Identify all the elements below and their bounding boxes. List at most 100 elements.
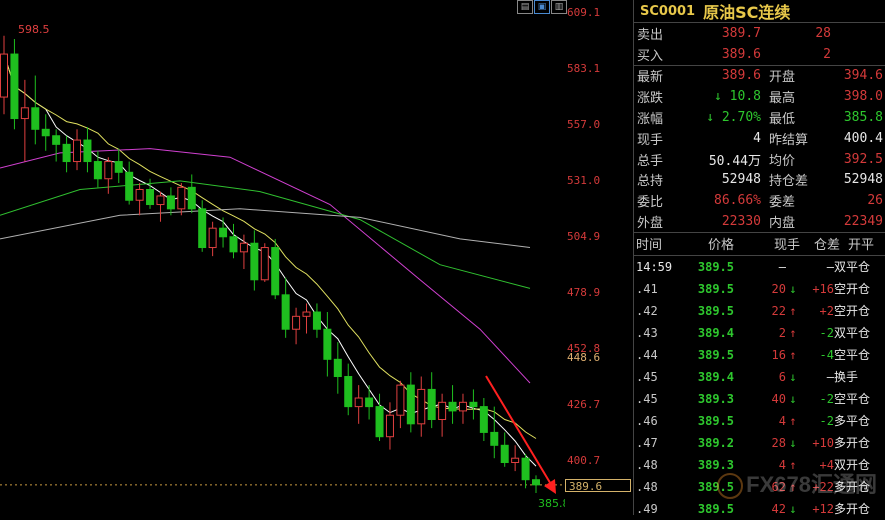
tick-direction-icon: ↓	[789, 369, 797, 384]
candle-body	[385, 414, 394, 438]
candle-body	[146, 188, 155, 206]
tick-row[interactable]: .46 389.5 4 ↑ -2 多平仓	[634, 410, 885, 432]
candle-body	[135, 188, 144, 201]
watermark-logo-icon	[717, 473, 744, 499]
price-tick-label: 400.7	[567, 454, 601, 467]
candle-body	[365, 397, 374, 408]
watermark: FX678汇通网	[717, 467, 877, 499]
candle-body	[396, 384, 405, 416]
tick-row[interactable]: .42 389.5 22 ↑ +2 空开仓	[634, 300, 885, 322]
tick-row[interactable]: .43 389.4 2 ↑ -2 双平仓	[634, 322, 885, 344]
stat-value: 52948	[721, 172, 761, 188]
tick-time: .45	[636, 369, 658, 384]
candle-body	[417, 388, 426, 425]
col-time: 时间	[636, 238, 663, 254]
tick-row[interactable]: .45 389.3 40 ↓ -2 空平仓	[634, 388, 885, 410]
chart-tool-icon[interactable]: ▤	[517, 0, 533, 14]
tick-oi-change: -2	[819, 413, 834, 428]
tick-volume: 6	[778, 369, 786, 384]
ticks-header: 时间 价格 现手 仓差 开平	[634, 233, 885, 256]
quote-stats: 最新 389.6 开盘 394.6 涨跌 ↓ 10.8 最高 398.0 涨幅 ↓ 2.70% 最低…	[634, 66, 885, 233]
candle-body	[521, 457, 530, 481]
orderbook-label: 买入	[637, 48, 664, 64]
candle-body	[458, 401, 467, 412]
tick-row[interactable]: .41 389.5 20 ↓ +16 空开仓	[634, 278, 885, 300]
candle-body	[208, 227, 217, 249]
stat-label: 开盘	[769, 70, 796, 86]
tick-oi-change: -2	[819, 391, 834, 406]
candle-body	[52, 135, 61, 145]
candle-body	[114, 161, 123, 173]
tick-time: .41	[636, 281, 658, 296]
stat-row: 涨幅 ↓ 2.70% 最低 385.8	[634, 107, 885, 128]
tick-row[interactable]: .47 389.2 28 ↓ +10 多开仓	[634, 432, 885, 454]
tick-row[interactable]: .49 389.5 42 ↓ +12 多开仓	[634, 498, 885, 520]
candle-body	[0, 53, 8, 98]
tick-volume: 2	[778, 325, 786, 340]
stat-row: 最新 389.6 开盘 394.6	[634, 66, 885, 87]
chart-settings-icon[interactable]: ▥	[551, 0, 567, 14]
chart-mode-icon[interactable]: ▣	[534, 0, 550, 14]
stat-label: 持仓差	[769, 174, 809, 190]
candle-body	[292, 315, 301, 330]
stat-label: 现手	[637, 132, 664, 148]
candle-body	[448, 401, 457, 412]
stat-label: 委差	[769, 195, 796, 211]
stat-label: 涨跌	[637, 91, 664, 107]
tick-direction-icon: ↓	[789, 391, 797, 406]
tick-volume: 20	[771, 281, 786, 296]
col-oi-change: 仓差	[813, 238, 840, 254]
stat-label: 昨结算	[769, 132, 809, 148]
candle-body	[271, 247, 280, 296]
candle-body	[312, 311, 321, 330]
price-tick-label: 426.7	[567, 398, 601, 411]
price-tick-label: 583.1	[567, 62, 601, 75]
tick-oi-change: +16	[812, 281, 834, 296]
ma10-line	[3, 53, 537, 439]
tick-volume: 40	[771, 391, 786, 406]
orderbook-qty: 2	[823, 46, 831, 62]
orderbook-row: 买入 389.6 2	[634, 44, 885, 65]
tick-price: 389.5	[697, 281, 734, 296]
stat-value: 4	[753, 130, 761, 146]
candle-body	[375, 406, 384, 438]
high-price-label: 598.5	[18, 23, 50, 36]
tick-oi-change: -4	[819, 347, 834, 362]
tick-oi-change: -2	[819, 325, 834, 340]
candle-body	[93, 161, 102, 180]
tick-open-close: 双平仓	[834, 326, 871, 341]
reference-price-label: 448.6	[567, 351, 601, 365]
candle-body	[73, 139, 82, 163]
stat-value: 392.5	[843, 151, 883, 167]
tick-volume: 22	[771, 303, 786, 318]
tick-open-close: 换手	[834, 370, 859, 385]
candle-body	[532, 479, 540, 486]
tick-row[interactable]: 14:59 389.5— — 双平仓	[634, 256, 885, 278]
tick-open-close: 空平仓	[834, 348, 871, 363]
quote-panel: SC0001 原油SC连续 卖出 389.7 28 买入 389.6 2 最新 389.6 开…	[633, 0, 885, 516]
tick-open-close: 多开仓	[834, 436, 871, 451]
tick-row[interactable]: .44 389.5 16 ↑ -4 空平仓	[634, 344, 885, 366]
tick-open-close: 空平仓	[834, 392, 871, 407]
quote-header: SC0001 原油SC连续	[634, 0, 885, 23]
candle-body	[469, 401, 478, 408]
candle-body	[104, 161, 113, 180]
stat-label: 总手	[637, 153, 664, 169]
tick-price: 389.5	[697, 303, 734, 318]
stat-label: 最新	[637, 70, 664, 86]
stat-value: 22330	[721, 214, 761, 230]
orderbook-price: 389.7	[721, 25, 761, 41]
stat-label: 最高	[769, 91, 796, 107]
tick-price: 389.2	[697, 435, 734, 450]
ma120-line	[0, 208, 531, 248]
stat-value: 394.6	[843, 68, 883, 84]
tick-row[interactable]: .45 389.4 6 ↓ — 换手	[634, 366, 885, 388]
candlestick-chart[interactable]: 598.5 385.8	[0, 0, 565, 515]
candle-body	[490, 431, 499, 446]
stat-label: 涨幅	[637, 112, 664, 128]
price-tick-label: 504.9	[567, 230, 601, 243]
tick-time: .46	[636, 413, 658, 428]
stat-row: 外盘 22330 内盘 22349	[634, 211, 885, 232]
candle-body	[198, 208, 207, 249]
candle-body	[62, 143, 71, 163]
